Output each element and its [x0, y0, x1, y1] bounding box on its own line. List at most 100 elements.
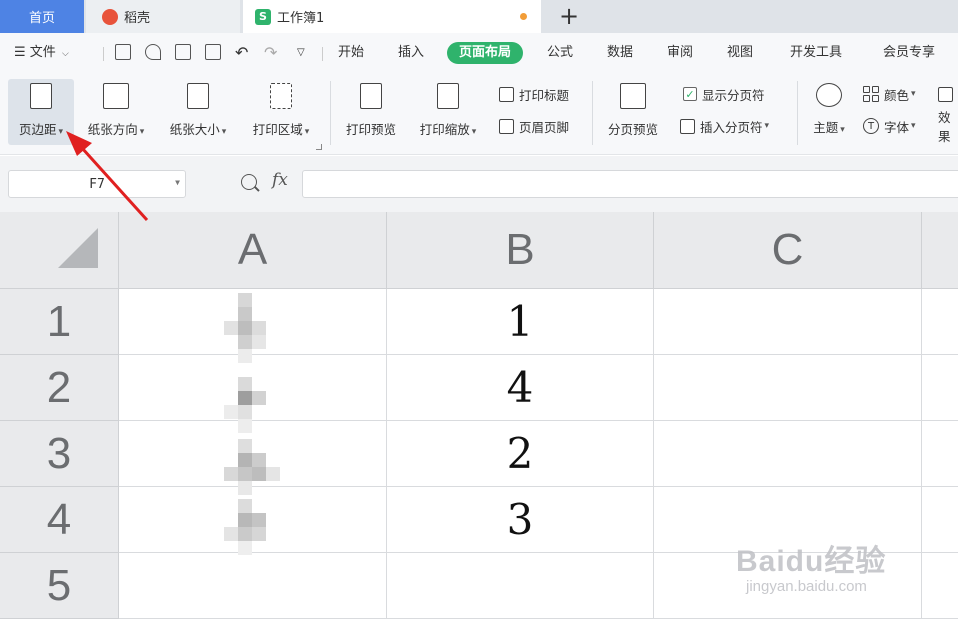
print-preview-icon [360, 83, 382, 109]
menu-developer[interactable]: 开发工具 [790, 42, 842, 64]
redo-icon[interactable]: ↷ [264, 42, 277, 64]
fonts-button[interactable]: T 字体 ▾ [863, 115, 916, 137]
print-scale-label: 打印缩放 [419, 122, 470, 137]
tab-workbook[interactable]: S 工作簿1 [243, 0, 541, 33]
name-box[interactable]: F7 ▼ [8, 170, 186, 198]
cell-d3[interactable] [922, 421, 958, 487]
cell-c3[interactable] [654, 421, 922, 487]
unsaved-dot-icon [520, 13, 527, 20]
row-header-1[interactable]: 1 [0, 289, 119, 355]
customize-quick-access-icon[interactable]: ▽ [297, 42, 305, 64]
page-break-preview-button[interactable]: 分页预览 [602, 79, 664, 145]
menu-data[interactable]: 数据 [607, 42, 633, 64]
file-menu[interactable]: ☰ 文件 ⌵ [14, 42, 69, 64]
row-header-2[interactable]: 2 [0, 355, 119, 421]
header-footer-button[interactable]: 页眉页脚 [499, 115, 569, 137]
insert-page-break-icon [680, 118, 695, 134]
cell-d4[interactable] [922, 487, 958, 553]
dialog-launcher-icon[interactable] [316, 144, 322, 150]
cell-b1[interactable]: 1 [387, 289, 654, 355]
daoke-logo-icon [102, 8, 118, 25]
show-page-breaks-label: 显示分页符 [702, 87, 765, 103]
insert-page-break-button[interactable]: 插入分页符 ▾ [680, 115, 769, 137]
colors-button[interactable]: 颜色 ▾ [863, 83, 916, 105]
menu-formulas[interactable]: 公式 [547, 42, 573, 64]
fx-icon[interactable]: fx [272, 170, 288, 190]
print-area-button[interactable]: 打印区域 ▾ [245, 79, 317, 145]
spreadsheet-logo-icon: S [255, 8, 271, 25]
effects-icon[interactable] [938, 83, 958, 105]
chevron-down-icon: ▾ [304, 127, 310, 137]
divider [797, 81, 798, 145]
cell-d2[interactable] [922, 355, 958, 421]
menu-start[interactable]: 开始 [338, 42, 364, 64]
tab-home[interactable]: 首页 [0, 0, 84, 33]
tab-daoke-label: 稻壳 [124, 11, 151, 26]
chevron-down-icon: ▾ [764, 121, 770, 131]
header-footer-icon [499, 118, 514, 134]
menu-page-layout[interactable]: 页面布局 [447, 42, 524, 64]
paper-size-button[interactable]: 纸张大小 ▾ [162, 79, 234, 145]
chevron-down-icon: ▾ [58, 127, 64, 137]
cell-d1[interactable] [922, 289, 958, 355]
margins-button[interactable]: 页边距 ▾ [8, 79, 74, 145]
menu-bar: ☰ 文件 ⌵ ↶ ↷ ▽ 开始 插入 页面布局 公式 数据 审阅 视图 开发工具… [0, 33, 958, 73]
cell-d5[interactable] [922, 553, 958, 619]
print-titles-icon [499, 86, 514, 102]
ribbon: 页边距 ▾ 纸张方向 ▾ 纸张大小 ▾ 打印区域 ▾ 打印预览 打印缩放 ▾ 打印标题 页… [0, 73, 958, 155]
print-preview-icon[interactable] [205, 44, 221, 60]
menu-insert[interactable]: 插入 [398, 42, 424, 64]
tab-daoke[interactable]: 稻壳 [86, 0, 240, 33]
fonts-label: 字体 [884, 119, 910, 135]
new-tab-button[interactable]: + [556, 2, 582, 30]
column-header-b[interactable]: B [387, 212, 654, 289]
row-header-3[interactable]: 3 [0, 421, 119, 487]
cell-b2[interactable]: 4 [387, 355, 654, 421]
show-page-breaks-checkbox[interactable]: ✓ 显示分页符 [683, 83, 765, 105]
row-header-4[interactable]: 4 [0, 487, 119, 553]
header-footer-label: 页眉页脚 [519, 119, 570, 135]
chevron-down-icon: ▾ [911, 89, 916, 99]
print-scale-button[interactable]: 打印缩放 ▾ [412, 79, 484, 145]
effects-button[interactable]: 效果 [938, 110, 958, 144]
menu-review[interactable]: 审阅 [667, 42, 693, 64]
select-all-corner[interactable] [0, 212, 119, 289]
format-painter-icon[interactable] [145, 44, 161, 60]
column-header-a[interactable]: A [119, 212, 387, 289]
colors-label: 颜色 [884, 87, 910, 103]
cell-c1[interactable] [654, 289, 922, 355]
cell-b4[interactable]: 3 [387, 487, 654, 553]
formula-input[interactable] [302, 170, 958, 198]
chevron-down-icon: ▼ [175, 178, 180, 187]
tab-bar: 首页 稻壳 S 工作簿1 + [0, 0, 958, 33]
divider [330, 81, 331, 145]
theme-button[interactable]: 主题 ▾ [806, 79, 852, 145]
menu-member[interactable]: 会员专享 [883, 42, 935, 64]
margins-icon [30, 83, 52, 109]
print-preview-button[interactable]: 打印预览 [340, 79, 402, 145]
menu-view[interactable]: 视图 [727, 42, 753, 64]
theme-label: 主题 [813, 120, 839, 135]
tab-workbook-label: 工作簿1 [277, 11, 325, 26]
cell-b5[interactable] [387, 553, 654, 619]
undo-icon[interactable]: ↶ [235, 42, 248, 64]
save-icon[interactable] [115, 44, 131, 60]
cell-b3[interactable]: 2 [387, 421, 654, 487]
print-titles-button[interactable]: 打印标题 [499, 83, 569, 105]
hamburger-icon: ☰ [14, 45, 26, 60]
chevron-down-icon: ⌵ [61, 49, 69, 59]
chevron-down-icon: ▾ [139, 127, 145, 137]
column-header-d[interactable] [922, 212, 958, 289]
print-scale-icon [437, 83, 459, 109]
font-icon: T [863, 118, 879, 134]
chevron-down-icon: ▾ [840, 125, 845, 135]
orientation-button[interactable]: 纸张方向 ▾ [80, 79, 152, 145]
row-header-5[interactable]: 5 [0, 553, 119, 619]
divider [592, 81, 593, 145]
watermark-sub: jingyan.baidu.com [746, 578, 867, 595]
column-header-c[interactable]: C [654, 212, 922, 289]
cell-c2[interactable] [654, 355, 922, 421]
effects-icon-shape [938, 86, 953, 102]
print-icon[interactable] [175, 44, 191, 60]
zoom-icon[interactable] [241, 174, 257, 190]
